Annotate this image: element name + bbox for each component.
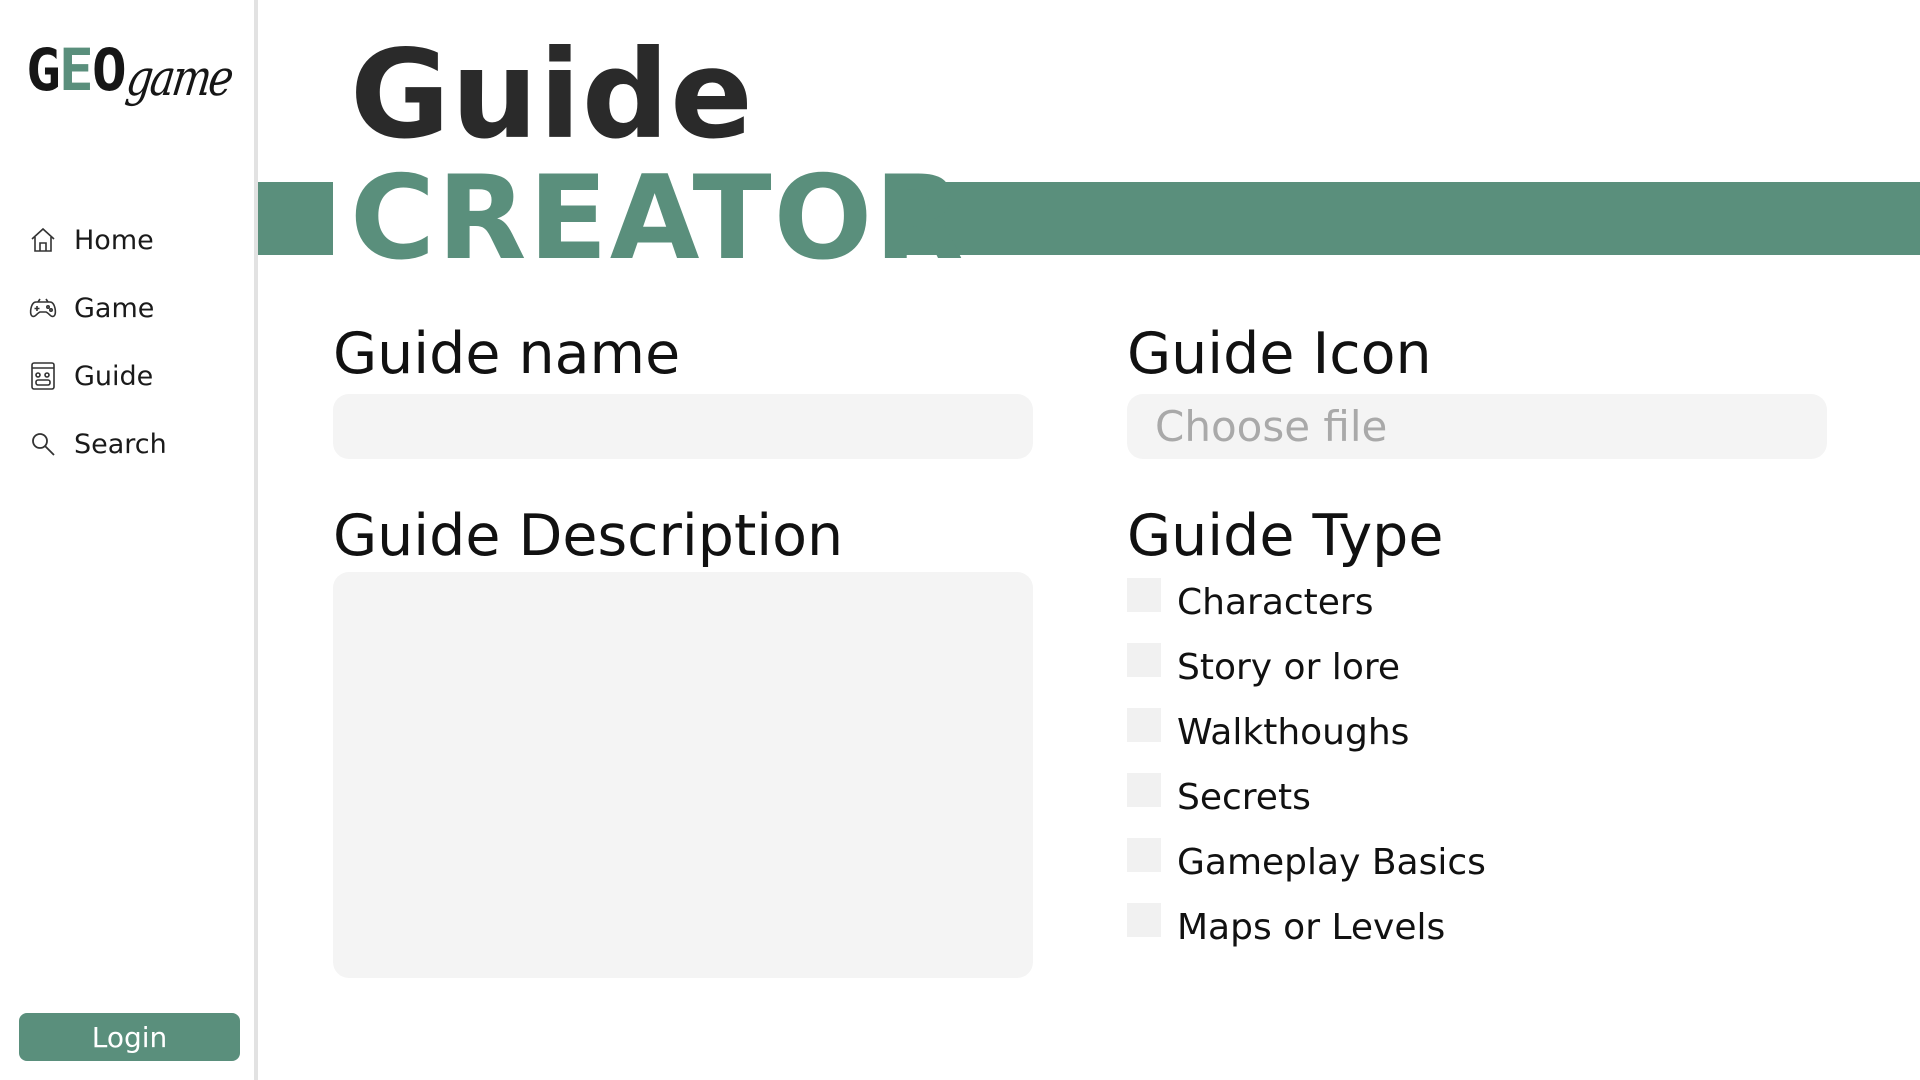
guide-icon <box>28 361 58 391</box>
guide-type-option[interactable]: Secrets <box>1127 765 1486 830</box>
sidebar-item-label: Guide <box>74 360 154 392</box>
sidebar-item-game[interactable]: Game <box>28 274 167 342</box>
guide-type-option[interactable]: Maps or Levels <box>1127 895 1486 960</box>
checkbox[interactable] <box>1127 642 1161 677</box>
page-title-guide: Guide <box>350 24 754 166</box>
home-icon <box>28 225 58 255</box>
sidebar-nav: Home Game Guide Search <box>28 206 167 478</box>
guide-icon-file-input[interactable]: Choose file <box>1127 394 1827 459</box>
guide-type-option-label: Maps or Levels <box>1177 907 1446 948</box>
sidebar-item-label: Home <box>74 224 154 256</box>
page-title-creator: CREATOR <box>350 151 966 286</box>
guide-description-label: Guide Description <box>333 503 844 569</box>
sidebar-item-home[interactable]: Home <box>28 206 167 274</box>
guide-type-option[interactable]: Characters <box>1127 570 1486 635</box>
header-band-left <box>258 182 333 255</box>
guide-type-list: Characters Story or lore Walkthoughs Sec… <box>1127 570 1486 960</box>
gamepad-icon <box>28 293 58 323</box>
geogame-logo[interactable]: GEO game <box>26 40 254 130</box>
guide-type-option-label: Story or lore <box>1177 647 1400 688</box>
checkbox[interactable] <box>1127 577 1161 612</box>
guide-type-option-label: Secrets <box>1177 777 1311 818</box>
sidebar-item-search[interactable]: Search <box>28 410 167 478</box>
logo-game-text: game <box>122 49 235 107</box>
logo-geo-text: GEO <box>26 36 127 104</box>
sidebar-item-guide[interactable]: Guide <box>28 342 167 410</box>
guide-name-input[interactable] <box>333 394 1033 459</box>
guide-type-label: Guide Type <box>1127 503 1444 569</box>
guide-type-option-label: Walkthoughs <box>1177 712 1410 753</box>
guide-type-option[interactable]: Walkthoughs <box>1127 700 1486 765</box>
checkbox[interactable] <box>1127 772 1161 807</box>
guide-icon-label: Guide Icon <box>1127 321 1432 387</box>
header-band-right <box>885 182 1920 255</box>
checkbox[interactable] <box>1127 902 1161 937</box>
checkbox[interactable] <box>1127 837 1161 872</box>
sidebar-item-label: Game <box>74 292 155 324</box>
guide-type-option[interactable]: Gameplay Basics <box>1127 830 1486 895</box>
file-input-placeholder: Choose file <box>1155 402 1388 451</box>
search-icon <box>28 429 58 459</box>
guide-type-option-label: Characters <box>1177 582 1374 623</box>
sidebar: GEO game Home Game Guide Search Login <box>0 0 258 1080</box>
guide-description-textarea[interactable] <box>333 572 1033 978</box>
checkbox[interactable] <box>1127 707 1161 742</box>
guide-type-option[interactable]: Story or lore <box>1127 635 1486 700</box>
guide-name-label: Guide name <box>333 321 681 387</box>
sidebar-item-label: Search <box>74 428 167 460</box>
guide-type-option-label: Gameplay Basics <box>1177 842 1486 883</box>
login-button[interactable]: Login <box>19 1013 240 1061</box>
